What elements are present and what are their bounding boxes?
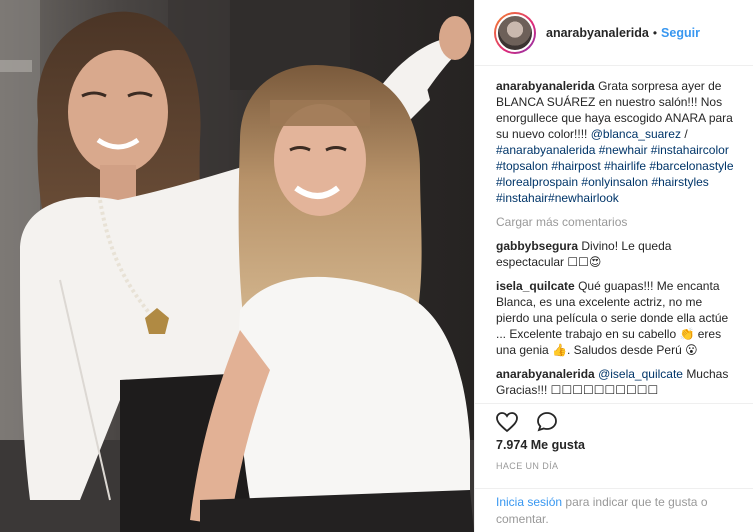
- heart-icon: [496, 412, 518, 433]
- instagram-post: anarabyanalerida • Seguir anarabyanaleri…: [0, 0, 753, 532]
- comment-button[interactable]: [533, 408, 561, 436]
- post-photo[interactable]: [0, 0, 474, 532]
- separator-dot: •: [652, 25, 658, 40]
- comment-author[interactable]: anarabyanalerida: [496, 367, 595, 381]
- post-actions: 7.974 Me gusta HACE UN DÍA Inicia sesión…: [475, 403, 753, 531]
- caption-mention[interactable]: @blanca_suarez: [591, 127, 681, 141]
- follow-button[interactable]: Seguir: [661, 26, 700, 40]
- post-timestamp[interactable]: HACE UN DÍA: [496, 461, 558, 471]
- comments-section[interactable]: anarabyanalerida Grata sorpresa ayer de …: [475, 66, 753, 403]
- login-link[interactable]: Inicia sesión: [496, 495, 562, 509]
- comment-item: isela_quilcate Qué guapas!!! Me encanta …: [496, 278, 734, 358]
- caption: anarabyanalerida Grata sorpresa ayer de …: [496, 78, 734, 206]
- comment-author[interactable]: isela_quilcate: [496, 279, 575, 293]
- like-button[interactable]: [493, 408, 521, 436]
- comment-mention[interactable]: @isela_quilcate: [598, 367, 683, 381]
- caption-slash: /: [684, 127, 688, 141]
- photo-illustration: [0, 0, 474, 532]
- post-side-panel: anarabyanalerida • Seguir anarabyanaleri…: [474, 0, 753, 532]
- speech-bubble-icon: [537, 412, 557, 432]
- login-prompt: Inicia sesión para indicar que te gusta …: [475, 488, 753, 532]
- likes-count[interactable]: 7.974 Me gusta: [496, 438, 585, 452]
- avatar-image: [496, 13, 534, 52]
- comment-item: gabbybsegura Divino! Le queda espectacul…: [496, 238, 734, 270]
- caption-hashtags[interactable]: #anarabyanalerida #newhair #instahaircol…: [496, 143, 734, 205]
- user-avatar[interactable]: [494, 11, 536, 54]
- post-header: anarabyanalerida • Seguir: [475, 0, 753, 66]
- load-more-comments-button[interactable]: Cargar más comentarios: [496, 214, 734, 230]
- comment-author[interactable]: gabbybsegura: [496, 239, 578, 253]
- username-link[interactable]: anarabyanalerida: [546, 26, 649, 40]
- comment-item: anarabyanalerida @isela_quilcate Muchas …: [496, 366, 734, 398]
- action-icons: [493, 408, 561, 436]
- caption-author[interactable]: anarabyanalerida: [496, 79, 595, 93]
